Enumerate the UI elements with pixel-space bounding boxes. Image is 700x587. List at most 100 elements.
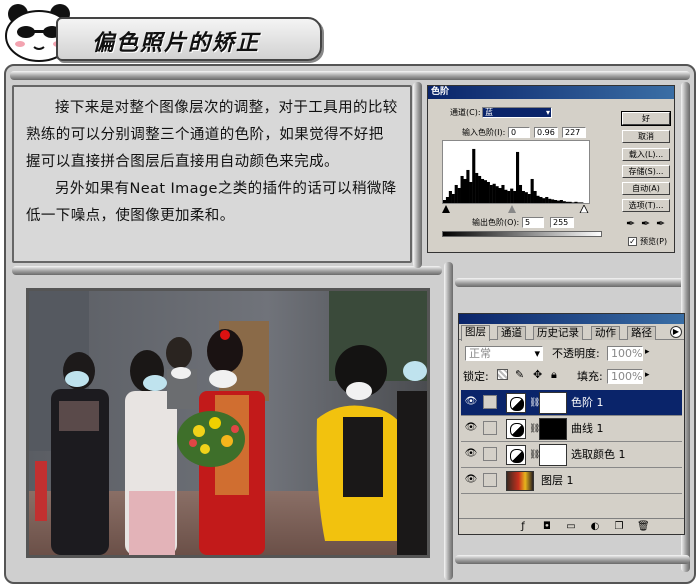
- histogram-bar: [518, 184, 523, 203]
- output-level-white-value: 255: [553, 218, 569, 227]
- frame-pipe: [444, 262, 453, 580]
- input-levels-label: 输入色阶(I):: [462, 128, 506, 137]
- lock-transparency-icon[interactable]: [497, 369, 508, 380]
- histogram-bar: [556, 200, 560, 203]
- opacity-input[interactable]: 100%: [607, 346, 643, 361]
- add-mask-icon[interactable]: ◘: [541, 521, 553, 533]
- histogram-bar: [513, 190, 517, 203]
- layer-name: 图层 1: [541, 474, 574, 487]
- histogram-bar: [489, 184, 493, 203]
- output-level-black-value: 5: [525, 218, 531, 227]
- histogram-bar: [551, 199, 555, 203]
- histogram-bar: [483, 180, 487, 203]
- histogram-bar: [466, 169, 470, 203]
- wedding-photo-image: [29, 291, 427, 555]
- tab-history[interactable]: 历史记录: [533, 326, 583, 340]
- layer-mask-thumbnail[interactable]: [539, 392, 567, 414]
- tab-channels[interactable]: 通道: [497, 326, 526, 340]
- output-level-black[interactable]: 5: [522, 217, 544, 228]
- layer-mask-thumbnail[interactable]: [539, 418, 567, 440]
- frame-pipe: [12, 266, 442, 275]
- histogram-bar: [472, 148, 476, 203]
- adjustment-layer-icon: [506, 445, 526, 465]
- wedding-photo: [26, 288, 430, 558]
- preview-checkbox[interactable]: ✓: [628, 237, 637, 246]
- lock-paint-icon[interactable]: ✎: [515, 368, 524, 381]
- layer-link-icon[interactable]: [483, 447, 497, 461]
- eye-icon[interactable]: 👁︎: [464, 474, 478, 486]
- output-level-white[interactable]: 255: [550, 217, 574, 228]
- layer-style-icon[interactable]: ƒ: [517, 521, 529, 533]
- blend-mode-value: 正常: [469, 347, 491, 360]
- histogram-bar: [492, 183, 496, 203]
- trash-icon[interactable]: 🗑︎: [637, 521, 650, 533]
- palette-menu-icon[interactable]: ▶: [670, 326, 682, 338]
- auto-button[interactable]: 自动(A): [622, 182, 670, 195]
- input-level-black[interactable]: 0: [508, 127, 530, 138]
- load-button[interactable]: 载入(L)...: [622, 148, 670, 161]
- output-gradient-ramp[interactable]: [442, 231, 602, 237]
- layer-thumbnail: [506, 471, 534, 491]
- histogram-bar: [480, 178, 485, 203]
- chevron-down-icon: ▾: [534, 347, 540, 360]
- opacity-slider-arrow-icon[interactable]: ▸: [645, 347, 650, 357]
- eye-icon[interactable]: 👁︎: [464, 448, 478, 460]
- layer-name: 色阶 1: [571, 396, 604, 409]
- levels-dialog-title: 色阶: [428, 86, 674, 99]
- article-paragraph: 另外如果有Neat Image之类的插件的话可以稍微降低一下噪点，使图像更加柔和…: [26, 181, 397, 224]
- histogram-bar: [565, 201, 569, 203]
- layer-link-icon[interactable]: [483, 395, 497, 409]
- opacity-label: 不透明度:: [552, 347, 600, 360]
- histogram-bar: [451, 193, 455, 203]
- options-button[interactable]: 选项(T)...: [622, 199, 670, 212]
- input-level-black-value: 0: [511, 128, 517, 137]
- lock-all-icon[interactable]: 🔒︎: [551, 368, 557, 382]
- layer-row-selective-color[interactable]: 👁︎ ⛓ 选取颜色 1: [461, 442, 682, 468]
- adjustment-layer-icon: [506, 393, 526, 413]
- frame-pipe: [455, 278, 690, 287]
- input-level-white[interactable]: 227: [562, 127, 586, 138]
- histogram-bar: [562, 201, 566, 203]
- histogram-bar: [545, 196, 549, 203]
- layer-link-icon[interactable]: [483, 473, 497, 487]
- channel-select-value: 蓝: [485, 108, 493, 117]
- input-level-gamma[interactable]: 0.96: [534, 127, 558, 138]
- ok-button[interactable]: 好: [621, 111, 671, 126]
- histogram-bar: [454, 184, 458, 203]
- new-layer-icon[interactable]: ❐: [613, 521, 625, 533]
- white-eyedropper-icon[interactable]: ✒: [656, 218, 665, 230]
- fill-input[interactable]: 100%: [607, 369, 643, 384]
- histogram-bar: [536, 195, 540, 203]
- layer-row-levels[interactable]: 👁︎ ⛓ 色阶 1: [461, 390, 682, 416]
- histogram-bar: [548, 198, 552, 203]
- preview-label: 预览(P): [640, 237, 668, 246]
- black-eyedropper-icon[interactable]: ✒: [626, 218, 635, 230]
- tab-paths[interactable]: 路径: [627, 326, 656, 340]
- fill-slider-arrow-icon[interactable]: ▸: [645, 370, 650, 380]
- layer-mask-thumbnail[interactable]: [539, 444, 567, 466]
- tab-layers[interactable]: 图层: [461, 325, 490, 341]
- histogram-bar: [577, 202, 581, 203]
- title-banner: 偏色照片的矫正: [56, 17, 322, 61]
- layer-row-curves[interactable]: 👁︎ ⛓ 曲线 1: [461, 416, 682, 442]
- new-adjustment-layer-icon[interactable]: ◐: [589, 521, 601, 533]
- eye-icon[interactable]: 👁︎: [464, 396, 478, 408]
- layer-link-icon[interactable]: [483, 421, 497, 435]
- new-group-icon[interactable]: ▭: [565, 521, 577, 533]
- layers-palette: 图层 通道 历史记录 动作 路径 ▶ 正常 ▾ 不透明度: 100% ▸ 锁定:…: [458, 313, 685, 535]
- blend-mode-select[interactable]: 正常 ▾: [465, 346, 543, 361]
- tab-actions[interactable]: 动作: [591, 326, 620, 340]
- save-button[interactable]: 存储(S)...: [622, 165, 670, 178]
- frame-pipe: [413, 82, 422, 268]
- channel-select[interactable]: 蓝 ▾: [482, 107, 552, 118]
- cancel-button[interactable]: 取消: [622, 130, 670, 143]
- eye-icon[interactable]: 👁︎: [464, 422, 478, 434]
- histogram-bar: [448, 190, 452, 203]
- layer-row-layer1[interactable]: 👁︎ 图层 1: [461, 468, 682, 494]
- histogram-bar: [443, 199, 447, 203]
- input-slider-track[interactable]: [442, 205, 592, 213]
- lock-move-icon[interactable]: ✥: [533, 368, 542, 381]
- gray-eyedropper-icon[interactable]: ✒: [641, 218, 650, 230]
- layers-palette-footer: ƒ ◘ ▭ ◐ ❐ 🗑︎: [459, 518, 684, 534]
- layers-palette-titlebar: [459, 314, 684, 324]
